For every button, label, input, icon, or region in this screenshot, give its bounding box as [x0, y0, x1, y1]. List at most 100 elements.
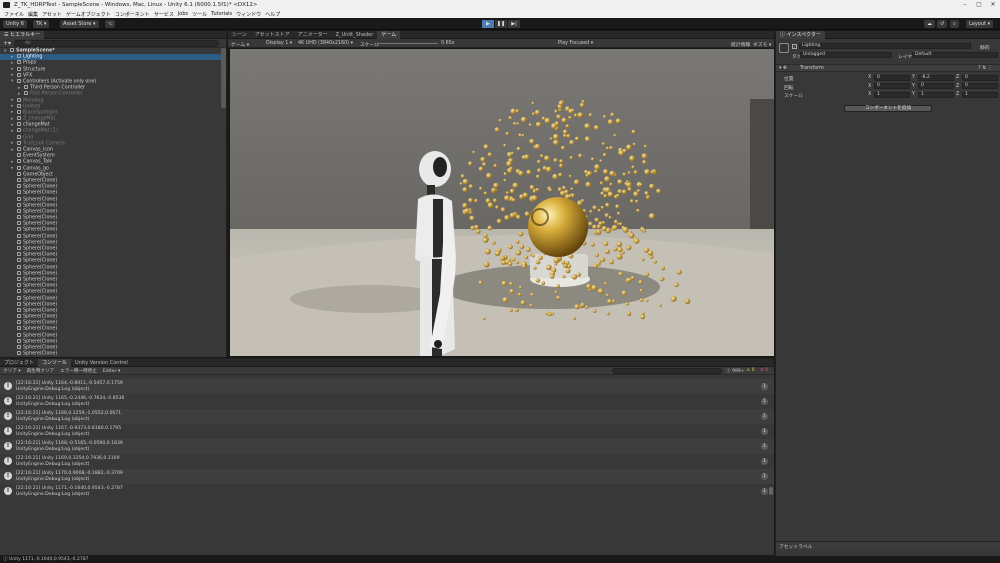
- add-component-button[interactable]: コンポーネントを追加: [844, 105, 932, 112]
- console-toolbar-button[interactable]: Editor ▾: [103, 369, 120, 374]
- scene-tab[interactable]: ゲーム: [377, 31, 401, 39]
- console-log-entry[interactable]: ! [22:16:21] Unity 1168,-0.5165,-0.0590,0…: [0, 439, 774, 454]
- menu-item[interactable]: ヘルプ: [265, 11, 280, 18]
- layout-dropdown[interactable]: Layout ▾: [966, 20, 994, 28]
- axis-label[interactable]: X: [868, 92, 871, 97]
- gold-sphere: [592, 309, 597, 313]
- search-icon[interactable]: ⌕: [950, 20, 959, 28]
- tab-inspector[interactable]: ⓘ インスペクター: [776, 31, 825, 39]
- gold-sphere: [571, 108, 575, 112]
- axis-label[interactable]: X: [868, 75, 871, 80]
- bottom-tab[interactable]: Unity Version Control: [71, 359, 132, 367]
- account-dropdown[interactable]: TK ▾: [33, 20, 50, 28]
- transform-y-field[interactable]: 1: [918, 91, 954, 98]
- console-log-entry[interactable]: ! [22:16:21] Unity 1165,-0.2446,-0.7634,-…: [0, 394, 774, 409]
- gold-sphere: [529, 303, 533, 307]
- maximize-icon[interactable]: ▢: [972, 0, 986, 10]
- component-menu-icon[interactable]: ? ⇅ ⋮: [978, 66, 992, 71]
- game-mode-dropdown[interactable]: ゲーム ▾: [231, 41, 249, 48]
- axis-label[interactable]: X: [868, 84, 871, 89]
- play-focused-dropdown[interactable]: Play Focused ▾: [558, 41, 593, 46]
- menu-item[interactable]: サービス: [154, 11, 174, 18]
- console-log-entry[interactable]: ! [22:16:21] Unity 1171,-0.1640,0.9543,-0…: [0, 484, 774, 499]
- console-log-entry[interactable]: ! [22:16:21] Unity 1164,-0.8011,-0.5457,0…: [0, 379, 774, 394]
- history-icon[interactable]: ↺: [937, 20, 948, 28]
- menu-item[interactable]: Tutorials: [211, 11, 232, 17]
- scene-tab[interactable]: Z_Unlit_Shader: [332, 31, 378, 39]
- cloud-icon[interactable]: ☁: [924, 20, 935, 28]
- menu-item[interactable]: ウィンドウ: [236, 11, 261, 18]
- bottom-tab[interactable]: プロジェクト: [0, 359, 38, 367]
- axis-label[interactable]: Z: [956, 84, 959, 89]
- transform-y-field[interactable]: 0: [918, 83, 954, 89]
- scene-tab[interactable]: シーン: [228, 31, 251, 39]
- close-icon[interactable]: ✕: [986, 0, 1000, 10]
- transform-expand-icon[interactable]: ▾ ✥: [779, 66, 787, 71]
- gameobject-icon: [17, 270, 21, 275]
- scene-tab[interactable]: アセットストア: [251, 31, 294, 39]
- scene-tab[interactable]: アニメーター: [294, 31, 332, 39]
- transform-z-field[interactable]: 1: [962, 91, 998, 98]
- transform-y-field[interactable]: -8.2: [918, 74, 954, 81]
- game-viewport[interactable]: [230, 49, 774, 356]
- hierarchy-item-label: Sphere(Clone): [23, 326, 58, 332]
- unity-account-button[interactable]: Unity 6: [3, 20, 27, 28]
- console-log-entry[interactable]: ! [22:16:21] Unity 1170,0.9008,-0.1882,-0…: [0, 469, 774, 484]
- menu-item[interactable]: 編集: [28, 11, 38, 18]
- tab-hierarchy[interactable]: ☰ ヒエラルキー: [0, 31, 45, 39]
- bottom-tab[interactable]: コンソール: [38, 359, 72, 367]
- console-log-entry[interactable]: ! [22:16:21] Unity 1169,0.3354,0.7936,0.3…: [0, 454, 774, 469]
- console-scrollbar[interactable]: [769, 487, 773, 495]
- axis-label[interactable]: Z: [956, 92, 959, 97]
- layer-dropdown[interactable]: Default: [912, 52, 998, 58]
- transform-x-field[interactable]: 0: [874, 83, 910, 89]
- object-name-field[interactable]: Lighting: [799, 43, 971, 49]
- gold-sphere: [644, 191, 649, 196]
- axis-label[interactable]: Y: [912, 92, 915, 97]
- hierarchy-search-input[interactable]: All: [14, 40, 219, 47]
- active-checkbox[interactable]: ✓: [792, 44, 797, 49]
- transform-z-field[interactable]: 0: [962, 74, 998, 81]
- hierarchy-item-label: Sphere(Clone): [23, 184, 58, 190]
- minimize-icon[interactable]: –: [958, 0, 972, 10]
- console-log-entry[interactable]: ! [22:16:21] Unity 1167,-0.9373,0.8180,0.…: [0, 424, 774, 439]
- axis-label[interactable]: Y: [912, 84, 915, 89]
- hierarchy-item[interactable]: Sphere(Clone): [0, 351, 226, 357]
- axis-label[interactable]: Z: [956, 75, 959, 80]
- console-toolbar-button[interactable]: 再生時クリア: [27, 368, 55, 374]
- transform-x-field[interactable]: 0: [874, 74, 910, 81]
- menu-item[interactable]: ゲームオブジェクト: [66, 11, 111, 18]
- hierarchy-scrollbar[interactable]: [221, 48, 226, 108]
- transform-x-field[interactable]: 1: [874, 91, 910, 98]
- menu-item[interactable]: ファイル: [4, 11, 24, 18]
- warning-count-badge[interactable]: ⚠ 0: [746, 368, 755, 373]
- status-text[interactable]: Unity 1171,-0.1640,0.9543,-0.2787: [9, 557, 88, 562]
- console-toolbar-button[interactable]: エラー時一時停止: [60, 368, 97, 374]
- display-dropdown[interactable]: Display 1 ▾: [266, 41, 292, 46]
- transform-header[interactable]: ▾ ✥ Transform ? ⇅ ⋮: [776, 64, 1000, 72]
- console-log-entry[interactable]: ! [22:16:21] Unity 1166,0.1259,-1.0552,0.…: [0, 409, 774, 424]
- log-count-badge[interactable]: ⓘ 999+: [726, 368, 745, 374]
- version-control-icon[interactable]: ⌥: [105, 20, 115, 28]
- scale-slider[interactable]: [378, 43, 438, 44]
- console-search-input[interactable]: [612, 368, 722, 374]
- menu-item[interactable]: アセット: [42, 11, 62, 18]
- gizmos-dropdown[interactable]: ギズモ ▾: [753, 41, 771, 48]
- error-count-badge[interactable]: ⊘ 0: [760, 368, 768, 373]
- transform-z-field[interactable]: 0: [962, 83, 998, 89]
- menu-item[interactable]: Jobs: [178, 11, 188, 17]
- pause-button[interactable]: ❚❚: [495, 20, 507, 28]
- gold-sphere: [509, 308, 513, 313]
- gameobject-icon: [17, 208, 21, 213]
- menu-item[interactable]: ツール: [192, 11, 207, 18]
- step-button[interactable]: ▶|: [508, 20, 520, 28]
- add-icon[interactable]: +▾: [3, 40, 11, 47]
- stats-button[interactable]: 統計情報: [731, 41, 750, 48]
- asset-store-dropdown[interactable]: Asset Store ▾: [60, 20, 99, 28]
- tag-dropdown[interactable]: Untagged: [800, 52, 892, 58]
- console-toolbar-button[interactable]: クリア ▾: [3, 368, 21, 374]
- menu-item[interactable]: コンポーネント: [115, 11, 150, 18]
- resolution-dropdown[interactable]: 4K UHD (3840x2160) ▾: [298, 41, 353, 46]
- play-button[interactable]: ▶: [482, 20, 494, 28]
- axis-label[interactable]: Y: [912, 75, 915, 80]
